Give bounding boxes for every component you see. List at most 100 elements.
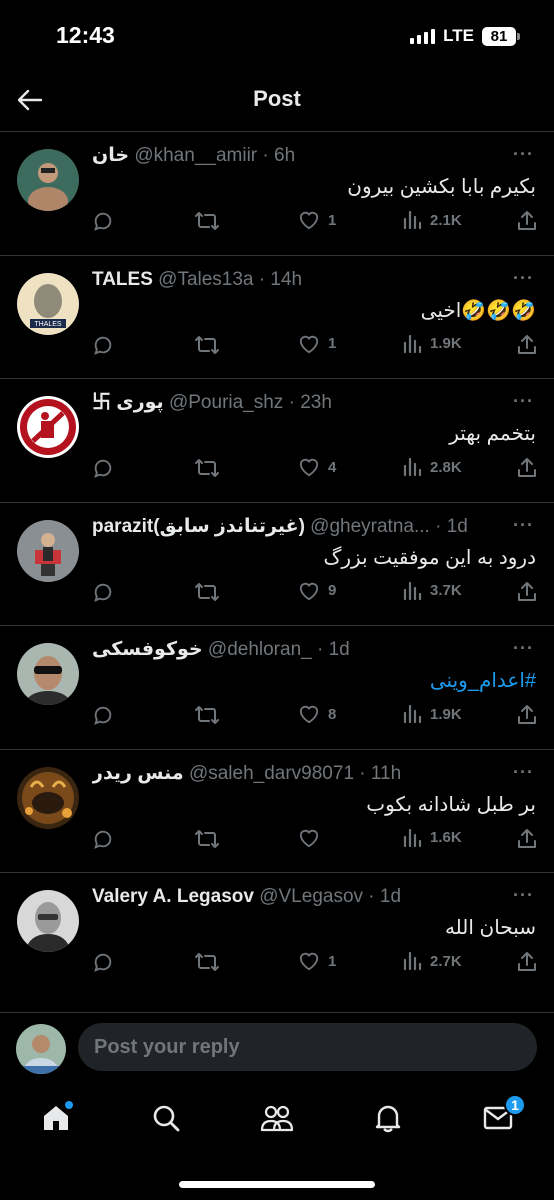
reply-button[interactable] xyxy=(92,334,114,356)
share-button[interactable] xyxy=(516,210,538,232)
repost-icon xyxy=(195,582,219,601)
timestamp: · 23h xyxy=(288,392,332,413)
reply-item[interactable]: Valery A. Legasov @VLegasov · 1d ··· سبح… xyxy=(0,872,554,996)
user-handle[interactable]: @Tales13a xyxy=(158,269,253,290)
repost-button[interactable] xyxy=(194,210,220,232)
share-button[interactable] xyxy=(516,581,538,603)
heart-icon xyxy=(299,211,319,230)
more-options-icon[interactable]: ··· xyxy=(513,391,534,412)
avatar[interactable] xyxy=(17,766,79,829)
hashtag-link[interactable]: #اعدام_وینی xyxy=(430,668,536,693)
share-button[interactable] xyxy=(516,704,538,726)
display-name[interactable]: TALES xyxy=(92,269,153,290)
avatar[interactable] xyxy=(17,396,79,458)
repost-icon xyxy=(195,953,219,971)
nav-search[interactable] xyxy=(146,1098,186,1138)
display-name[interactable]: خان xyxy=(92,145,129,166)
reply-item[interactable]: 卐 پوری @Pouria_shz · 23h ··· بتخمم بهتر … xyxy=(0,378,554,502)
repost-button[interactable] xyxy=(194,334,220,356)
reply-header: 卐 پوری @Pouria_shz · 23h xyxy=(92,391,504,415)
views-button[interactable]: 2.1K xyxy=(402,210,462,230)
reply-button[interactable] xyxy=(92,210,114,232)
more-options-icon[interactable]: ··· xyxy=(513,515,534,536)
avatar[interactable] xyxy=(17,149,79,211)
reply-actions: 1 2.7K xyxy=(92,951,538,975)
like-button[interactable]: 9 xyxy=(298,581,336,601)
avatar[interactable] xyxy=(17,643,79,705)
reply-item[interactable]: منس ریدر @saleh_darv98071 · 11h ··· بر ط… xyxy=(0,748,554,873)
reply-actions: 4 2.8K xyxy=(92,457,538,481)
signal-icon xyxy=(410,28,436,44)
reply-button[interactable] xyxy=(92,828,114,850)
like-count: 1 xyxy=(328,211,337,229)
reply-button[interactable] xyxy=(92,951,114,973)
battery-icon: 81 xyxy=(482,26,520,46)
like-button[interactable]: 4 xyxy=(298,457,336,477)
my-avatar[interactable] xyxy=(16,1024,66,1074)
avatar[interactable] xyxy=(17,519,79,582)
display-name[interactable]: Valery A. Legasov xyxy=(92,886,254,907)
home-indicator xyxy=(179,1181,375,1188)
share-button[interactable] xyxy=(516,828,538,850)
repost-button[interactable] xyxy=(194,457,220,479)
reply-button[interactable] xyxy=(92,704,114,726)
views-button[interactable]: 2.7K xyxy=(402,951,462,971)
views-button[interactable]: 2.8K xyxy=(402,457,462,477)
like-button[interactable]: 1 xyxy=(298,210,336,230)
more-options-icon[interactable]: ··· xyxy=(513,762,534,783)
nav-notifications[interactable] xyxy=(368,1098,408,1138)
nav-messages[interactable]: 1 xyxy=(478,1094,526,1138)
avatar[interactable]: THALES xyxy=(17,272,79,335)
repost-button[interactable] xyxy=(194,951,220,973)
heart-icon xyxy=(299,952,319,971)
display-name[interactable]: منس ریدر xyxy=(92,763,184,784)
more-options-icon[interactable]: ··· xyxy=(513,885,534,906)
more-options-icon[interactable]: ··· xyxy=(513,638,534,659)
views-button[interactable]: 1.9K xyxy=(402,334,462,354)
views-button[interactable]: 3.7K xyxy=(402,581,462,601)
replies-list: خان @khan__amiir · 6h ··· بکیرم بابا بکش… xyxy=(0,131,554,996)
like-button[interactable]: 1 xyxy=(298,334,336,354)
reply-item[interactable]: خان @khan__amiir · 6h ··· بکیرم بابا بکش… xyxy=(0,131,554,255)
timestamp: · 11h xyxy=(359,762,402,784)
user-handle[interactable]: @khan__amiir xyxy=(134,145,257,166)
avatar[interactable] xyxy=(17,890,79,952)
nav-communities[interactable] xyxy=(257,1098,297,1138)
display-name[interactable]: 卐 پوری xyxy=(92,392,164,413)
user-handle[interactable]: @gheyratna... xyxy=(310,516,430,537)
like-count: 4 xyxy=(328,458,337,476)
repost-button[interactable] xyxy=(194,828,220,850)
user-handle[interactable]: @dehloran_ xyxy=(208,639,312,660)
comment-icon xyxy=(94,830,112,849)
reply-button[interactable] xyxy=(92,457,114,479)
more-options-icon[interactable]: ··· xyxy=(513,144,534,165)
like-button[interactable] xyxy=(298,828,328,848)
comment-icon xyxy=(94,459,112,478)
more-options-icon[interactable]: ··· xyxy=(513,268,534,289)
share-button[interactable] xyxy=(516,951,538,973)
reply-input[interactable] xyxy=(78,1023,537,1071)
share-button[interactable] xyxy=(516,457,538,479)
repost-button[interactable] xyxy=(194,704,220,726)
like-button[interactable]: 1 xyxy=(298,951,336,971)
repost-icon xyxy=(195,459,219,477)
timestamp: · 1d xyxy=(317,639,350,660)
user-handle[interactable]: @Pouria_shz xyxy=(169,392,283,413)
views-button[interactable]: 1.9K xyxy=(402,704,462,724)
timestamp: · 1d xyxy=(435,515,468,537)
reply-button[interactable] xyxy=(92,581,114,603)
reply-actions: 9 3.7K xyxy=(92,581,538,605)
user-handle[interactable]: @saleh_darv98071 xyxy=(189,763,354,784)
reply-item[interactable]: خوکوفسکی @dehloran_ · 1d ··· #اعدام_وینی… xyxy=(0,625,554,749)
user-handle[interactable]: @VLegasov xyxy=(259,886,363,907)
like-button[interactable]: 8 xyxy=(298,704,336,724)
display-name[interactable]: parazit(غیرتناندز سابق) xyxy=(92,516,305,537)
nav-home[interactable] xyxy=(36,1098,76,1138)
share-button[interactable] xyxy=(516,334,538,356)
repost-button[interactable] xyxy=(194,581,220,603)
display-name[interactable]: خوکوفسکی xyxy=(92,639,203,660)
reply-item[interactable]: parazit(غیرتناندز سابق) @gheyratna... · … xyxy=(0,501,554,626)
views-button[interactable]: 1.6K xyxy=(402,828,462,848)
analytics-icon xyxy=(403,210,422,230)
reply-item[interactable]: THALES TALES @Tales13a · 14h ··· 🤣🤣🤣اخیی… xyxy=(0,254,554,379)
